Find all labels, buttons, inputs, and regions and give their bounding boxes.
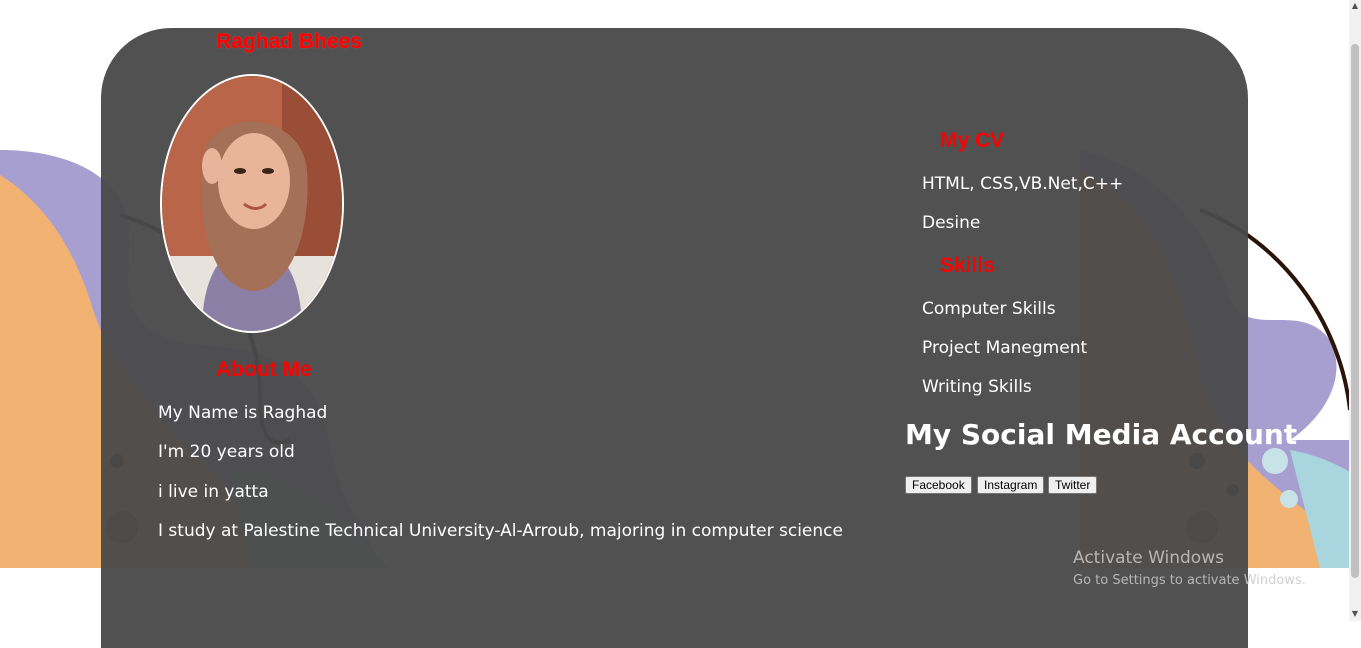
social-heading: My Social Media Account <box>905 418 1298 451</box>
facebook-button[interactable]: Facebook <box>905 476 972 494</box>
about-heading: About Me <box>216 358 312 381</box>
skills-heading: Skills <box>940 254 995 277</box>
skill-item-project: Project Manegment <box>922 338 1088 358</box>
scroll-down-icon[interactable]: ▼ <box>1351 610 1359 618</box>
cv-item-languages: HTML, CSS,VB.Net,C++ <box>922 174 1124 194</box>
scroll-thumb[interactable] <box>1351 44 1359 578</box>
activate-windows-subtitle: Go to Settings to activate Windows. <box>1073 573 1306 588</box>
cv-heading: My CV <box>940 129 1005 152</box>
twitter-button[interactable]: Twitter <box>1048 476 1098 494</box>
profile-name: Raghad Bhees <box>216 30 362 53</box>
about-line-name: My Name is Raghad <box>158 403 328 423</box>
instagram-button[interactable]: Instagram <box>977 476 1045 494</box>
about-line-age: I'm 20 years old <box>158 442 295 462</box>
activate-windows-title: Activate Windows <box>1073 548 1224 568</box>
profile-photo <box>160 74 344 333</box>
about-line-location: i live in yatta <box>158 482 269 502</box>
cv-item-design: Desine <box>922 213 981 233</box>
skill-item-computer: Computer Skills <box>922 299 1056 319</box>
about-line-study: I study at Palestine Technical Universit… <box>158 521 843 541</box>
skill-item-writing: Writing Skills <box>922 377 1032 397</box>
profile-photo-illustration <box>162 76 342 331</box>
vertical-scrollbar[interactable]: ▲ ▼ <box>1349 0 1361 621</box>
scroll-up-icon[interactable]: ▲ <box>1351 2 1359 10</box>
